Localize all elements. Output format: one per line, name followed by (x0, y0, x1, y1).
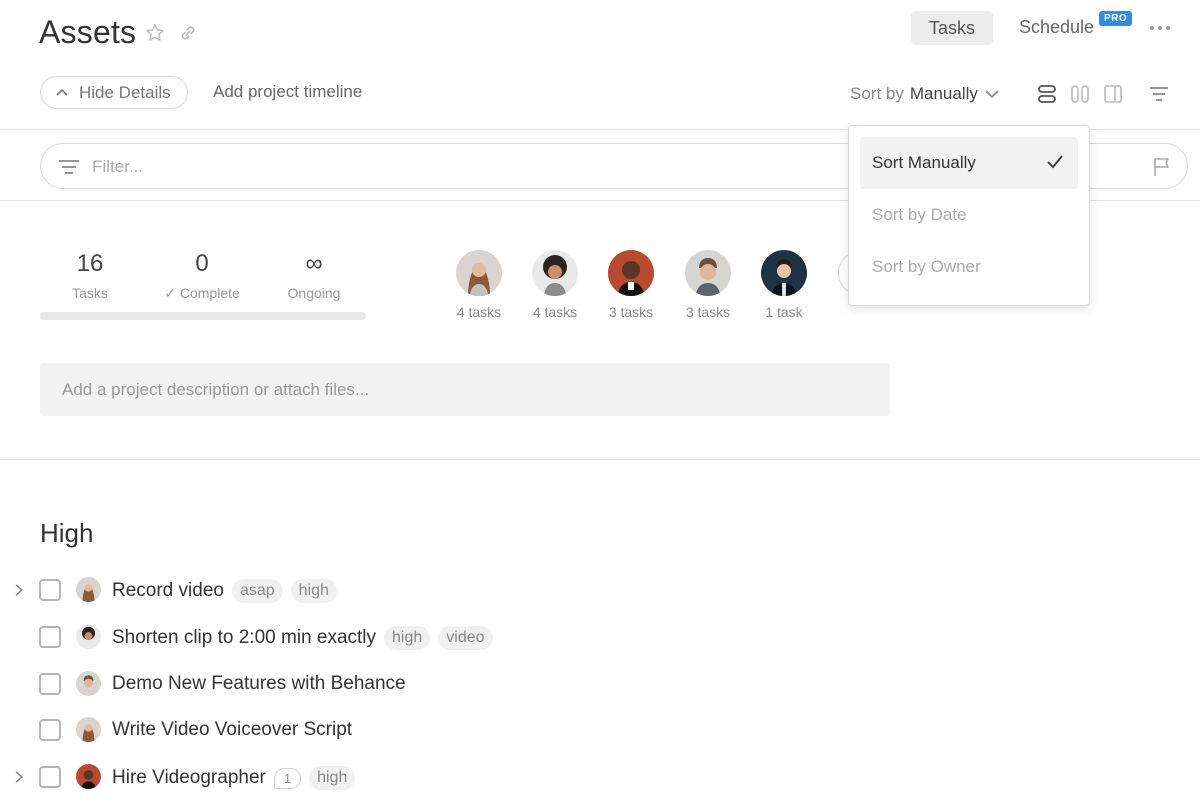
stat-tasks-label: Tasks (72, 285, 108, 301)
task-checkbox[interactable] (39, 766, 61, 788)
star-icon[interactable] (144, 22, 166, 44)
tag[interactable]: asap (231, 579, 283, 603)
add-project-timeline-link[interactable]: Add project timeline (213, 82, 362, 102)
stat-complete: 0 ✓ Complete (152, 250, 252, 302)
split-view-icon[interactable] (1102, 83, 1124, 105)
task-title: Shorten clip to 2:00 min exactly (112, 627, 377, 648)
tab-schedule[interactable]: Schedule (1019, 17, 1094, 38)
filter-lines-icon[interactable] (1148, 83, 1170, 105)
check-icon: ✓ (164, 285, 180, 301)
stat-ongoing: ∞ Ongoing (264, 250, 364, 301)
tag[interactable]: high (290, 579, 337, 603)
sort-menu-item-label: Sort by Owner (872, 257, 981, 276)
tag[interactable]: high (384, 626, 431, 650)
avatar (76, 764, 101, 789)
avatar (685, 250, 731, 296)
stat-ongoing-label: Ongoing (287, 285, 341, 301)
board-view-icon[interactable] (1069, 83, 1091, 105)
comment-count-badge[interactable]: 1 (273, 767, 302, 789)
task-checkbox[interactable] (39, 626, 61, 648)
task-name[interactable]: Demo New Features with Behance (112, 673, 406, 695)
stat-complete-label-row: ✓ Complete (152, 285, 252, 302)
avatar (76, 577, 101, 602)
chevron-right-icon[interactable] (12, 770, 26, 784)
task-title: Hire Videographer (112, 767, 266, 788)
task-row[interactable]: Demo New Features with Behance (0, 668, 1200, 702)
member-5[interactable]: 1 task (746, 250, 822, 320)
task-title: Demo New Features with Behance (112, 673, 406, 694)
hide-details-button[interactable]: Hide Details (40, 76, 188, 109)
list-view-icon[interactable] (1036, 83, 1058, 105)
flag-icon[interactable] (1151, 156, 1173, 178)
member-task-count: 4 tasks (456, 304, 502, 320)
stat-tasks-value: 16 (76, 250, 104, 277)
details-divider (0, 459, 1200, 460)
member-1[interactable]: 4 tasks (441, 250, 517, 320)
task-name[interactable]: Hire Videographer 1 high (112, 766, 356, 790)
task-title: Record video (112, 580, 224, 601)
more-icon[interactable] (1148, 18, 1172, 38)
stat-ongoing-value: ∞ (305, 250, 323, 277)
tab-tasks[interactable]: Tasks (911, 11, 993, 45)
member-4[interactable]: 3 tasks (670, 250, 746, 320)
sort-menu: Sort Manually Sort by Date Sort by Owner (848, 125, 1090, 306)
section-title: High (40, 518, 94, 548)
task-row[interactable]: Shorten clip to 2:00 min exactly high vi… (0, 621, 1200, 655)
tag[interactable]: video (438, 626, 493, 650)
avatar (76, 717, 101, 742)
sort-menu-item-manually[interactable]: Sort Manually (860, 137, 1078, 189)
project-description-input[interactable]: Add a project description or attach file… (40, 363, 890, 416)
avatar (532, 250, 578, 296)
member-task-count: 4 tasks (532, 304, 578, 320)
avatar (456, 250, 502, 296)
avatar (608, 250, 654, 296)
member-3[interactable]: 3 tasks (593, 250, 669, 320)
task-row[interactable]: Write Video Voiceover Script (0, 714, 1200, 748)
filter-icon (59, 160, 79, 174)
task-checkbox[interactable] (39, 579, 61, 601)
check-icon (1047, 155, 1063, 169)
description-placeholder: Add a project description or attach file… (62, 380, 370, 399)
chevron-right-icon[interactable] (12, 583, 26, 597)
task-name[interactable]: Shorten clip to 2:00 min exactly high vi… (112, 626, 493, 650)
hide-details-label: Hide Details (79, 82, 171, 102)
stat-complete-label: Complete (179, 285, 240, 301)
avatar (76, 671, 101, 696)
task-name[interactable]: Record video asap high (112, 579, 337, 603)
stat-complete-value: 0 (195, 250, 209, 277)
task-row[interactable]: Hire Videographer 1 high (0, 761, 1200, 795)
task-checkbox[interactable] (39, 673, 61, 695)
member-task-count: 1 task (765, 304, 803, 320)
avatar (761, 250, 807, 296)
sort-menu-item-owner[interactable]: Sort by Owner (860, 241, 1078, 293)
chevron-down-icon (985, 90, 999, 99)
sort-menu-item-label: Sort Manually (872, 153, 976, 172)
link-icon[interactable] (177, 22, 199, 44)
member-task-count: 3 tasks (685, 304, 731, 320)
task-name[interactable]: Write Video Voiceover Script (112, 719, 352, 741)
sort-by-dropdown[interactable]: Sort by Manually (850, 84, 1000, 104)
task-checkbox[interactable] (39, 719, 61, 741)
task-row[interactable]: Record video asap high (0, 574, 1200, 608)
pro-badge: PRO (1099, 11, 1133, 26)
sort-menu-item-date[interactable]: Sort by Date (860, 189, 1078, 241)
tag[interactable]: high (309, 766, 356, 790)
task-title: Write Video Voiceover Script (112, 719, 353, 740)
member-task-count: 3 tasks (608, 304, 654, 320)
chevron-up-icon (56, 88, 68, 96)
stat-tasks: 16 Tasks (40, 250, 140, 301)
sort-menu-item-label: Sort by Date (872, 205, 967, 224)
progress-bar (40, 312, 366, 320)
filter-placeholder: Filter... (92, 157, 144, 176)
member-2[interactable]: 4 tasks (517, 250, 593, 320)
sort-by-prefix: Sort by (850, 84, 904, 103)
sort-by-value: Manually (909, 84, 978, 103)
avatar (76, 624, 101, 649)
page-title: Assets (39, 14, 137, 50)
